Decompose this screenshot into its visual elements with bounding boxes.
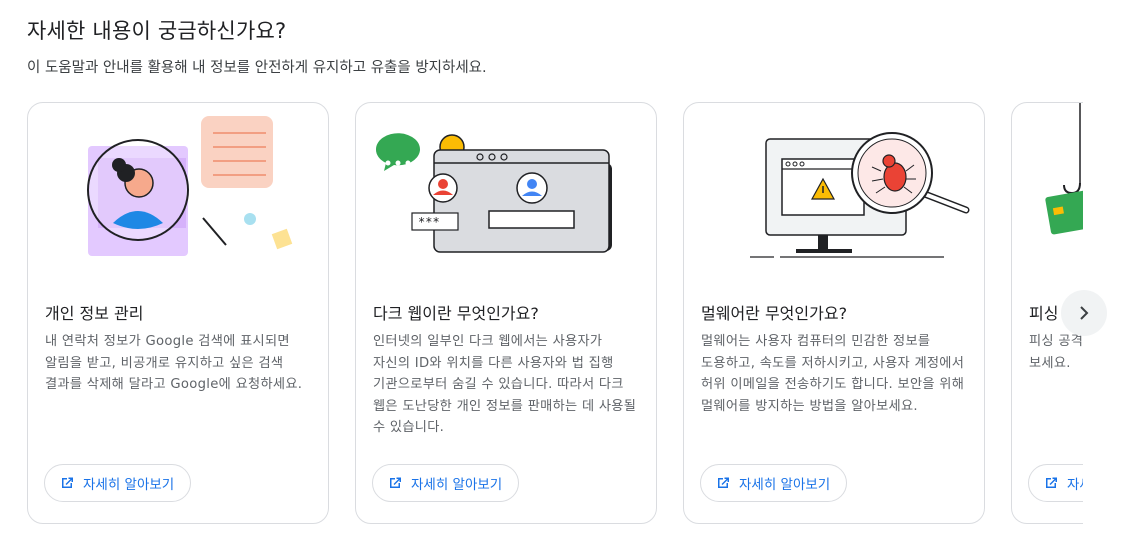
card-carousel: 개인 정보 관리 내 연락처 정보가 Google 검색에 표시되면 알림을 받…: [27, 102, 1083, 528]
learn-more-label: 자세히 알아보기: [83, 477, 175, 493]
dark-web-browser-illustration: ***: [375, 133, 612, 253]
open-in-new-icon: [390, 477, 401, 488]
card-dark-web: *** 다크 웹이란 무엇인가요? 인터넷의 일부인 다크 웹에서는 사용자가 …: [355, 102, 657, 524]
carousel-next-button[interactable]: [1061, 290, 1107, 336]
open-in-new-icon: [1046, 477, 1057, 488]
card-title: 다크 웹이란 무엇인가요?: [373, 304, 539, 323]
card-title: 개인 정보 관리: [45, 304, 144, 323]
card-description: 인터넷의 일부인 다크 웹에서는 사용자가 자신의 ID와 위치를 다른 사용자…: [373, 334, 637, 435]
learn-more-label: 자세히 알아보기: [739, 477, 831, 493]
card-title: 피싱: [1029, 304, 1059, 323]
learn-more-button[interactable]: 자세히 알아보기: [1028, 464, 1083, 502]
open-in-new-icon: [62, 477, 73, 488]
learn-more-label: 자세히 알아보기: [1067, 477, 1083, 493]
malware-bug-illustration: [750, 132, 970, 258]
magnifier-profile-illustration: [87, 116, 293, 256]
card-description: 내 연락처 정보가 Google 검색에 표시되면 알림을 받고, 비공개로 유…: [45, 334, 303, 392]
card-personal-info: 개인 정보 관리 내 연락처 정보가 Google 검색에 표시되면 알림을 받…: [27, 102, 329, 524]
card-description: 피싱 공격 ... 를 공유하 ... 이러한 공 ... 보세요.: [1029, 334, 1083, 371]
section-heading: 자세한 내용이 궁금하신가요?: [27, 19, 287, 43]
open-in-new-icon: [718, 477, 729, 488]
learn-more-button[interactable]: 자세히 알아보기: [372, 464, 520, 502]
card-title: 멀웨어란 무엇인가요?: [701, 304, 848, 323]
chevron-right-icon: [1080, 306, 1089, 320]
phishing-hook-illustration: [1045, 103, 1083, 235]
section-subheading: 이 도움말과 안내를 활용해 내 정보를 안전하게 유지하고 유출을 방지하세요…: [27, 60, 487, 76]
learn-more-button[interactable]: 자세히 알아보기: [44, 464, 192, 502]
learn-more-button[interactable]: 자세히 알아보기: [700, 464, 848, 502]
learn-more-label: 자세히 알아보기: [411, 477, 503, 493]
card-description: 멀웨어는 사용자 컴퓨터의 민감한 정보를 도용하고, 속도를 저하시키고, 사…: [701, 334, 965, 414]
svg-text:***: ***: [418, 215, 440, 229]
card-malware: 멀웨어란 무엇인가요? 멀웨어는 사용자 컴퓨터의 민감한 정보를 도용하고, …: [683, 102, 985, 524]
